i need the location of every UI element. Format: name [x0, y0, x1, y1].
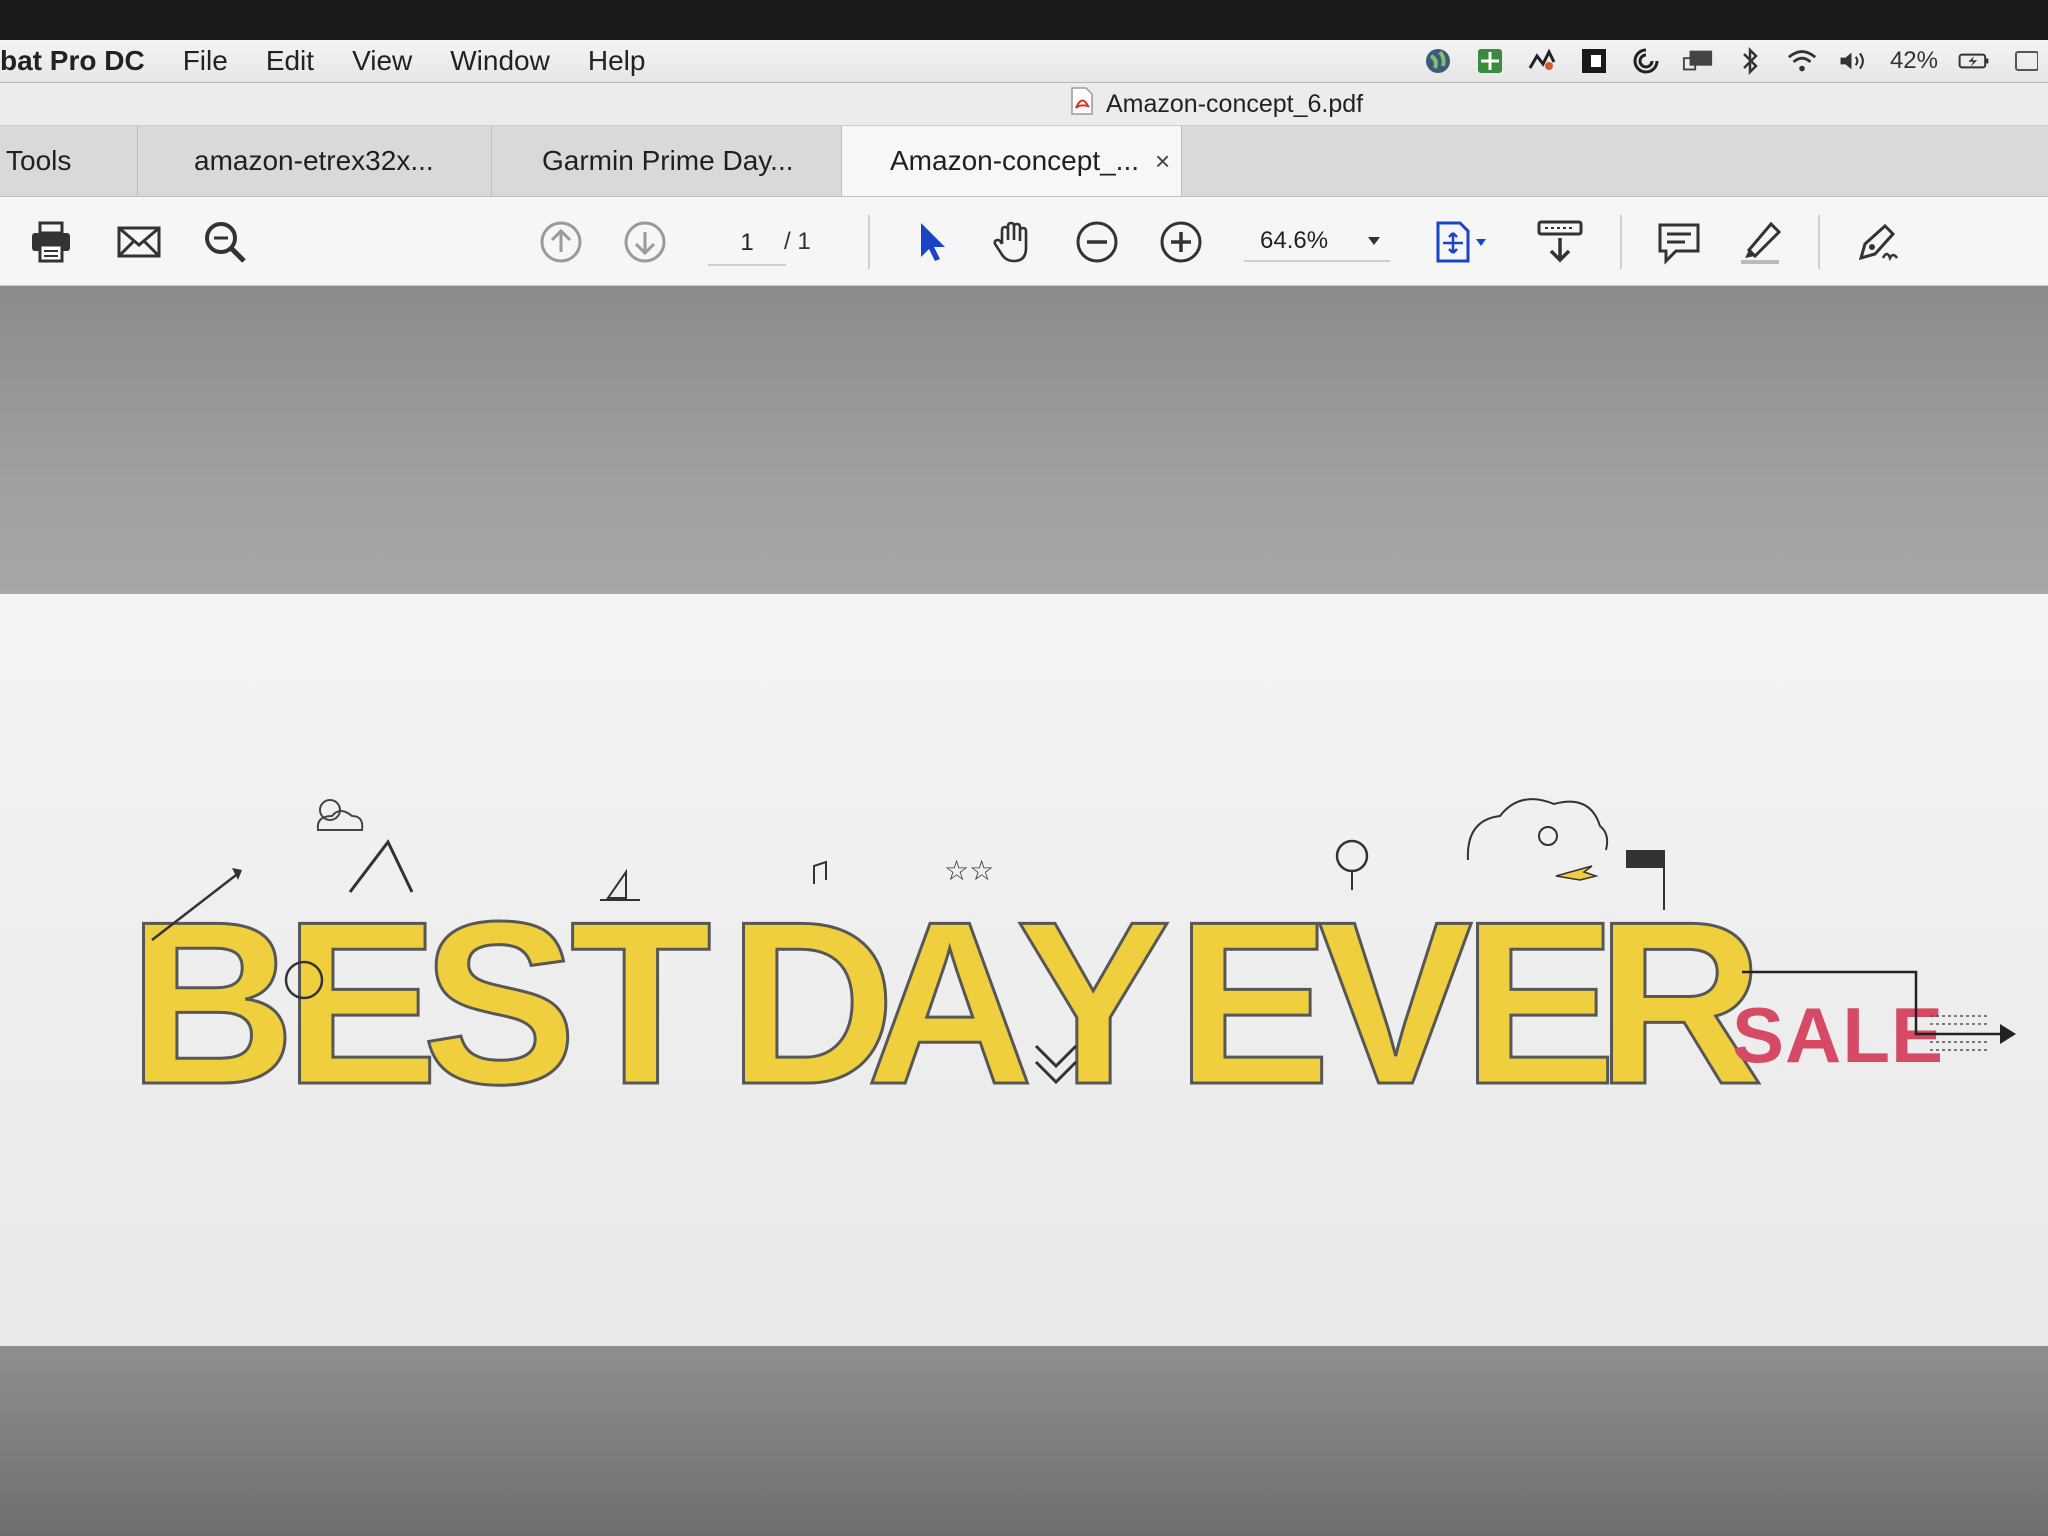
golf-ball-icon [1335, 839, 1369, 873]
volume-icon[interactable] [1838, 46, 1870, 76]
app-menu[interactable]: bat Pro DC [0, 45, 145, 77]
document-canvas-background-bottom [0, 1346, 2048, 1536]
window-title-bar: Amazon-concept_6.pdf [0, 83, 2048, 126]
minus-circle-icon [1076, 221, 1118, 263]
arrow-icon [151, 871, 241, 941]
battery-percent: 42% [1889, 47, 1938, 74]
banner-illustrations: ☆☆ [151, 798, 2016, 1085]
tab-label: Garmin Prime Day... [542, 145, 794, 176]
highlight-button[interactable] [1736, 217, 1786, 267]
comment-button[interactable] [1654, 217, 1704, 267]
toolbar-divider [868, 215, 870, 269]
stars-icon: ☆☆ [944, 854, 994, 887]
globe-icon[interactable] [1422, 46, 1454, 76]
pdf-file-icon [1070, 86, 1094, 123]
envelope-icon [117, 226, 161, 258]
activity-icon[interactable] [1526, 46, 1558, 76]
cursor-arrow-icon [921, 223, 945, 261]
previous-page-button[interactable] [536, 217, 586, 267]
plus-circle-icon [1160, 221, 1202, 263]
swirl-icon[interactable] [1630, 46, 1662, 76]
document-title: Amazon-concept_6.pdf [1106, 89, 1364, 118]
window-title: Amazon-concept_6.pdf [1070, 86, 1364, 119]
fountain-pen-icon [1858, 223, 1899, 262]
airplane-icon [1555, 865, 1599, 881]
page-fit-button[interactable] [1430, 217, 1500, 267]
tab-label: Tools [6, 145, 72, 176]
next-page-button[interactable] [620, 217, 670, 267]
display-icon[interactable] [1682, 46, 1714, 76]
cloud-icon [316, 799, 364, 831]
tab-amazon-etrex[interactable]: amazon-etrex32x... [138, 126, 492, 196]
tab-tools[interactable]: Tools [0, 126, 138, 196]
zoom-value: 64.6% [1260, 227, 1329, 254]
fit-page-icon [1436, 221, 1486, 263]
menu-view[interactable]: View [352, 45, 412, 77]
toolbar [0, 197, 2048, 286]
find-button[interactable] [200, 217, 250, 267]
grid-app-icon[interactable] [1474, 46, 1506, 76]
menu-bar: bat Pro DC File Edit View Window Help 42… [0, 40, 2048, 83]
zoom-level-dropdown[interactable]: 64.6% [1244, 222, 1390, 262]
arrow-up-circle-icon [540, 221, 582, 263]
sign-button[interactable] [1854, 217, 1904, 267]
music-note-icon [813, 860, 827, 884]
tab-garmin-prime-day[interactable]: Garmin Prime Day... [492, 126, 842, 196]
tab-amazon-concept[interactable]: Amazon-concept_... × [842, 126, 1182, 196]
cloud-outline-icon [1466, 798, 1609, 861]
checkered-flag-icon [1626, 850, 1664, 868]
sailboat-icon [600, 868, 640, 901]
menu-edit[interactable]: Edit [266, 45, 314, 77]
print-button[interactable] [26, 217, 76, 267]
stopwatch-icon [284, 960, 324, 1000]
battery-icon[interactable] [1958, 46, 1990, 76]
sale-arrow-line [1742, 970, 2010, 1036]
toolbar-divider [1818, 215, 1820, 269]
scroll-mode-button[interactable] [1530, 217, 1590, 267]
scroll-mode-icon [1537, 220, 1583, 263]
wifi-icon[interactable] [1786, 46, 1818, 76]
tab-bar: Tools amazon-etrex32x... Garmin Prime Da… [0, 126, 2048, 197]
comment-icon [1658, 223, 1700, 265]
page-count: / 1 [784, 228, 811, 255]
tab-label: Amazon-concept_... [890, 145, 1140, 176]
page-number-input[interactable] [708, 222, 786, 266]
chevron-stack-icon [1034, 1044, 1078, 1085]
hand-tool-button[interactable] [988, 217, 1038, 267]
status-area: 42% [1422, 40, 2048, 82]
tab-label: amazon-etrex32x... [194, 145, 434, 176]
input-menu-icon[interactable] [2010, 46, 2042, 76]
zoom-out-button[interactable] [1072, 217, 1122, 267]
chevron-down-icon [1368, 237, 1380, 245]
sun-icon [1538, 826, 1558, 846]
bluetooth-icon[interactable] [1734, 46, 1766, 76]
close-tab-button[interactable]: × [1155, 146, 1170, 177]
hand-icon [993, 221, 1028, 263]
app-c-icon[interactable] [1578, 46, 1610, 76]
zoom-in-button[interactable] [1156, 217, 1206, 267]
select-tool-button[interactable] [906, 217, 956, 267]
email-button[interactable] [114, 217, 164, 267]
highlighter-icon [1741, 221, 1782, 264]
arrow-down-circle-icon [624, 221, 666, 263]
menu-window[interactable]: Window [450, 45, 550, 77]
menu-file[interactable]: File [183, 45, 228, 77]
printer-icon [32, 221, 70, 263]
toolbar-divider [1620, 215, 1622, 269]
menu-help[interactable]: Help [588, 45, 646, 77]
search-icon [205, 222, 246, 263]
mountain-icon [348, 839, 414, 893]
document-canvas-background [0, 286, 2048, 594]
